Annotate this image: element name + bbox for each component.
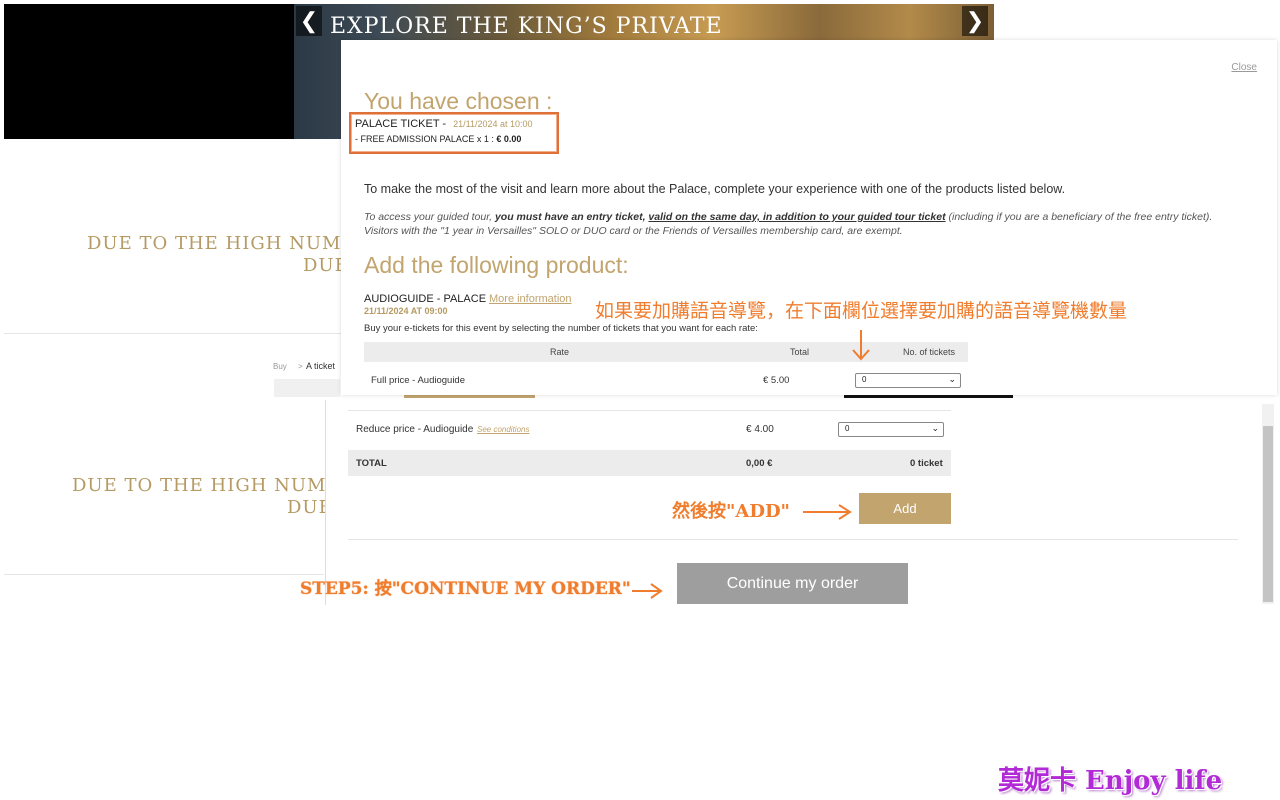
upsell-modal: Close You have chosen : PALACE TICKET - …	[341, 40, 1277, 395]
chosen-detail-price: € 0.00	[496, 134, 522, 144]
breadcrumb-buy[interactable]: Buy	[273, 362, 287, 371]
chosen-ticket-date: 21/11/2024 at 10:00	[453, 119, 533, 129]
add-product-title: Add the following product:	[364, 252, 629, 278]
rate-table-header: Rate Total No. of tickets	[364, 342, 968, 362]
total-label: TOTAL	[356, 458, 387, 469]
more-information-link[interactable]: More information	[489, 293, 572, 305]
chevron-down-icon: ⌄	[931, 423, 939, 433]
annotation-down-arrow-icon	[852, 330, 870, 361]
header-rate: Rate	[550, 347, 570, 357]
breadcrumb-ticket[interactable]: A ticket	[306, 361, 335, 371]
divider	[4, 333, 344, 334]
header-total: Total	[790, 347, 810, 357]
hero-prev-arrow-icon[interactable]: ❮	[296, 6, 322, 36]
close-link[interactable]: Close	[1231, 62, 1257, 73]
hero-title: EXPLORE THE KING’S PRIVATE	[330, 14, 723, 39]
chosen-detail-text: - FREE ADMISSION PALACE x 1 :	[355, 134, 497, 144]
scrollbar-thumb[interactable]	[1263, 426, 1273, 602]
note-part-1: To access your guided tour,	[364, 211, 495, 223]
total-amount: 0,00 €	[746, 458, 773, 469]
intro-text: To make the most of the visit and learn …	[364, 182, 1066, 196]
see-conditions-link[interactable]: See conditions	[477, 425, 529, 434]
quantity-select-full[interactable]: 0 ⌄	[855, 373, 961, 388]
rate-label-reduced: Reduce price - Audioguide	[356, 424, 474, 435]
annotation-add: 然後按"ADD"	[672, 501, 790, 522]
chosen-ticket: PALACE TICKET - 21/11/2024 at 10:00	[355, 118, 533, 130]
product-date: 21/11/2024 AT 09:00	[364, 306, 448, 316]
hero-next-arrow-icon[interactable]: ❯	[962, 6, 988, 36]
quantity-value: 0	[862, 375, 867, 384]
breadcrumb-separator: >	[298, 362, 303, 371]
buy-instructions: Buy your e-tickets for this event by sel…	[364, 323, 758, 334]
rate-price-reduced: € 4.00	[746, 424, 774, 435]
rate-price-full: € 5.00	[763, 375, 790, 386]
total-row: TOTAL 0,00 € 0 ticket	[348, 450, 951, 476]
chosen-title: You have chosen :	[364, 88, 553, 114]
chevron-down-icon: ⌄	[948, 374, 956, 384]
divider	[4, 574, 324, 575]
watermark: 莫妮卡 Enjoy life	[998, 766, 1223, 796]
quantity-value: 0	[845, 424, 850, 433]
background-bar	[274, 379, 340, 397]
quantity-select-reduced[interactable]: 0 ⌄	[838, 422, 944, 437]
continue-order-button[interactable]: Continue my order	[677, 563, 908, 604]
annotation-right-arrow-icon	[803, 504, 852, 520]
annotation-step5: STEP5: 按"CONTINUE MY ORDER"	[300, 579, 631, 599]
guided-tour-note: To access your guided tour, you must hav…	[364, 210, 1244, 238]
chosen-ticket-detail: - FREE ADMISSION PALACE x 1 : € 0.00	[355, 134, 521, 144]
annotation-right-arrow-icon	[632, 583, 663, 599]
add-button[interactable]: Add	[859, 493, 951, 524]
row-divider	[348, 410, 951, 411]
annotation-select-quantity: 如果要加購語音導覽，在下面欄位選擇要加購的語音導覽機數量	[595, 300, 1128, 322]
header-tickets: No. of tickets	[903, 347, 956, 357]
note-part-2: you must have an entry ticket,	[494, 211, 649, 223]
divider	[348, 539, 1238, 540]
total-tickets: 0 ticket	[910, 458, 943, 469]
rate-label-full: Full price - Audioguide	[371, 375, 465, 386]
product-name: AUDIOGUIDE - PALACE	[364, 293, 487, 305]
note-part-3: valid on the same day, in addition to yo…	[648, 211, 946, 223]
chosen-ticket-name: PALACE TICKET -	[355, 118, 447, 130]
